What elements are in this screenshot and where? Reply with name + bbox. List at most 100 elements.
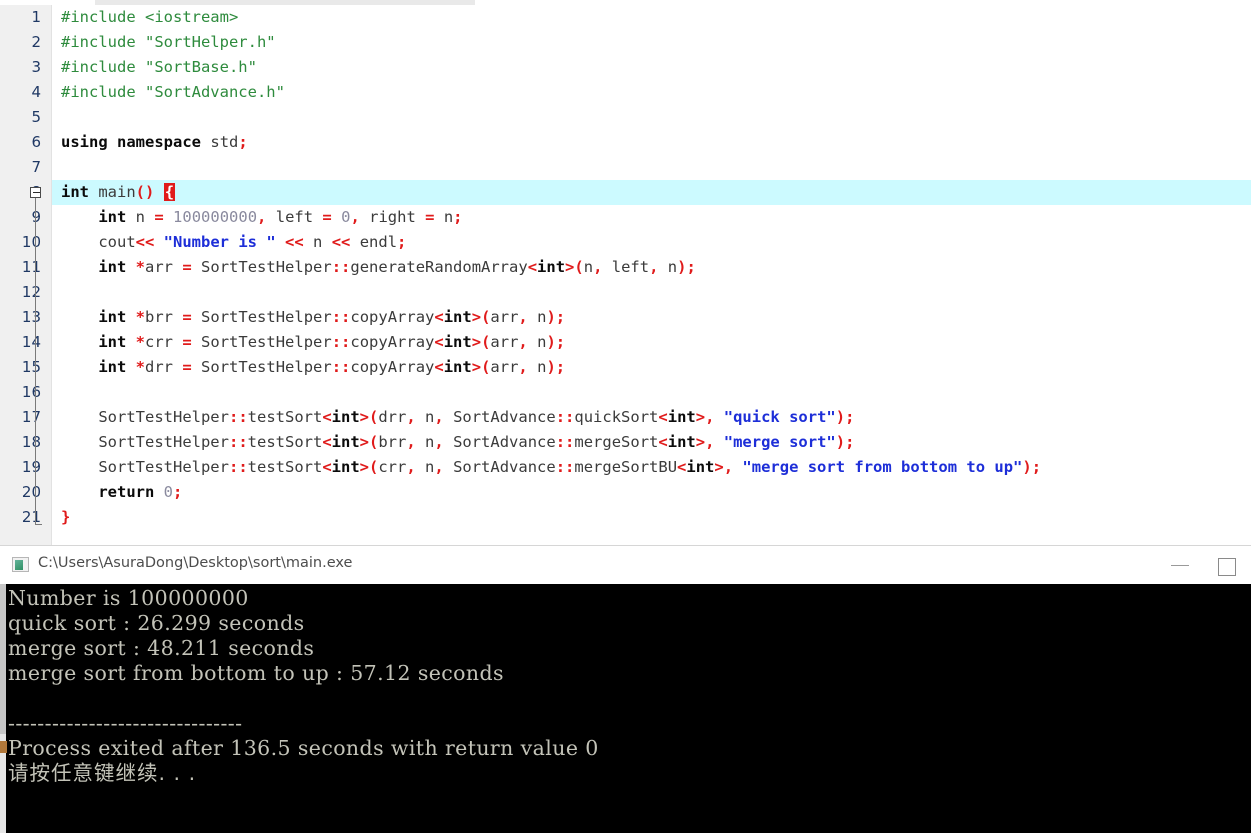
console-output-line: merge sort : 48.211 seconds	[8, 636, 315, 660]
code-token-identifier: endl	[359, 233, 398, 251]
code-line[interactable]: #include <iostream>	[52, 5, 1251, 30]
code-token-operator: <	[434, 308, 444, 326]
code-line[interactable]: int main() {	[52, 180, 1251, 205]
code-token-operator: (	[369, 433, 379, 451]
code-token-identifier: SortTestHelper	[201, 258, 332, 276]
code-line[interactable]	[52, 380, 1251, 405]
code-line[interactable]: }	[52, 505, 1251, 530]
code-token-operator: <<	[135, 233, 155, 251]
code-fold-guide-line	[35, 198, 36, 524]
code-token-identifier: quickSort	[574, 408, 659, 426]
code-token-operator: ;	[845, 433, 855, 451]
code-token-identifier: testSort	[247, 433, 323, 451]
code-token-identifier: mergeSort	[574, 433, 659, 451]
code-line[interactable]: int *drr = SortTestHelper::copyArray<int…	[52, 355, 1251, 380]
line-number: 3	[31, 58, 41, 76]
code-token-keyword: int	[98, 308, 127, 326]
console-titlebar[interactable]: C:\Users\AsuraDong\Desktop\sort\main.exe	[0, 545, 1251, 584]
code-token-brace: {	[163, 183, 176, 201]
code-token-operator: >	[565, 258, 575, 276]
code-token-operator: (	[481, 333, 491, 351]
code-line[interactable]: return 0;	[52, 480, 1251, 505]
code-line[interactable]: SortTestHelper::testSort<int>(drr, n, So…	[52, 405, 1251, 430]
code-token-number: 100000000	[173, 208, 258, 226]
code-token-identifier: SortTestHelper	[98, 408, 229, 426]
code-token-identifier: SortTestHelper	[98, 433, 229, 451]
code-token-keyword: int	[667, 433, 696, 451]
code-token-operator: <	[658, 433, 668, 451]
code-token-keyword: int	[443, 333, 472, 351]
code-token-identifier: testSort	[247, 408, 323, 426]
code-token-operator: ;	[173, 483, 183, 501]
maximize-icon[interactable]	[1204, 546, 1250, 584]
code-token-operator: <	[322, 433, 332, 451]
code-token-identifier: testSort	[247, 458, 323, 476]
code-token-operator: >	[471, 358, 482, 376]
code-line[interactable]: #include "SortBase.h"	[52, 55, 1251, 80]
code-token-identifier: generateRandomArray	[350, 258, 528, 276]
code-token-preprocessor: #include "SortBase.h"	[61, 58, 257, 76]
code-token-operator: )	[546, 358, 556, 376]
code-line[interactable]: int n = 100000000, left = 0, right = n;	[52, 205, 1251, 230]
code-line[interactable]: cout<< "Number is " << n << endl;	[52, 230, 1251, 255]
code-token-identifier: left	[275, 208, 314, 226]
code-token-identifier: n	[667, 258, 678, 276]
code-text-area[interactable]: #include <iostream> #include "SortHelper.…	[52, 5, 1251, 545]
code-line[interactable]: #include "SortHelper.h"	[52, 30, 1251, 55]
code-line[interactable]: int *brr = SortTestHelper::copyArray<int…	[52, 305, 1251, 330]
code-line[interactable]: SortTestHelper::testSort<int>(crr, n, So…	[52, 455, 1251, 480]
code-token-identifier: arr	[490, 358, 519, 376]
line-number-gutter[interactable]: 123456789101112131415161718192021	[0, 5, 52, 545]
code-token-keyword: int	[98, 258, 127, 276]
code-token-operator: ;	[453, 208, 463, 226]
code-token-operator: <<	[285, 233, 304, 251]
code-token-operator: <	[322, 458, 332, 476]
code-line[interactable]	[52, 155, 1251, 180]
code-token-operator: =	[322, 208, 332, 226]
code-token-keyword: int	[331, 433, 360, 451]
code-token-brace: }	[61, 508, 71, 526]
code-token-identifier: n	[425, 408, 435, 426]
code-token-keyword: int	[98, 208, 127, 226]
minimize-icon[interactable]	[1158, 546, 1204, 584]
code-line[interactable]: using namespace std;	[52, 130, 1251, 155]
code-line[interactable]: int *crr = SortTestHelper::copyArray<int…	[52, 330, 1251, 355]
editor-body: 123456789101112131415161718192021 #inclu…	[0, 5, 1251, 545]
code-token-operator: ,	[406, 458, 416, 476]
console-output-line: Number is 100000000	[8, 586, 249, 610]
code-token-identifier: n	[425, 458, 435, 476]
code-token-identifier: mergeSortBU	[574, 458, 678, 476]
line-number: 4	[31, 83, 41, 101]
code-token-identifier: cout	[98, 233, 136, 251]
code-token-identifier: copyArray	[350, 308, 435, 326]
code-fold-end-marker	[35, 524, 42, 525]
code-token-operator: >,	[714, 458, 734, 476]
code-token-keyword: int	[98, 358, 127, 376]
code-token-operator: )	[835, 433, 846, 451]
code-token-operator: ,	[257, 208, 267, 226]
code-line[interactable]	[52, 105, 1251, 130]
code-token-identifier: arr	[145, 258, 174, 276]
code-token-identifier: n	[443, 208, 454, 226]
code-line[interactable]: SortTestHelper::testSort<int>(brr, n, So…	[52, 430, 1251, 455]
code-token-operator: (	[369, 408, 379, 426]
console-text-lines: Number is 100000000 quick sort : 26.299 s…	[6, 584, 1251, 833]
code-token-operator: *	[135, 358, 146, 376]
code-fold-collapse-icon[interactable]	[30, 187, 41, 198]
code-token-operator: ;	[238, 133, 248, 151]
code-token-operator: ::	[555, 458, 575, 476]
code-token-identifier: n	[583, 258, 594, 276]
code-editor-pane: 123456789101112131415161718192021 #inclu…	[0, 0, 1251, 545]
code-token-keyword: int	[331, 458, 360, 476]
code-token-operator: ::	[331, 358, 351, 376]
line-number: 6	[31, 133, 41, 151]
code-token-operator: *	[135, 333, 146, 351]
code-token-identifier: drr	[378, 408, 407, 426]
code-line[interactable]: int *arr = SortTestHelper::generateRando…	[52, 255, 1251, 280]
code-line[interactable]: #include "SortAdvance.h"	[52, 80, 1251, 105]
code-token-identifier: SortAdvance	[453, 433, 556, 451]
code-line[interactable]	[52, 280, 1251, 305]
code-token-operator: ::	[331, 258, 351, 276]
console-app-icon	[12, 557, 29, 572]
code-token-keyword: int	[667, 408, 696, 426]
